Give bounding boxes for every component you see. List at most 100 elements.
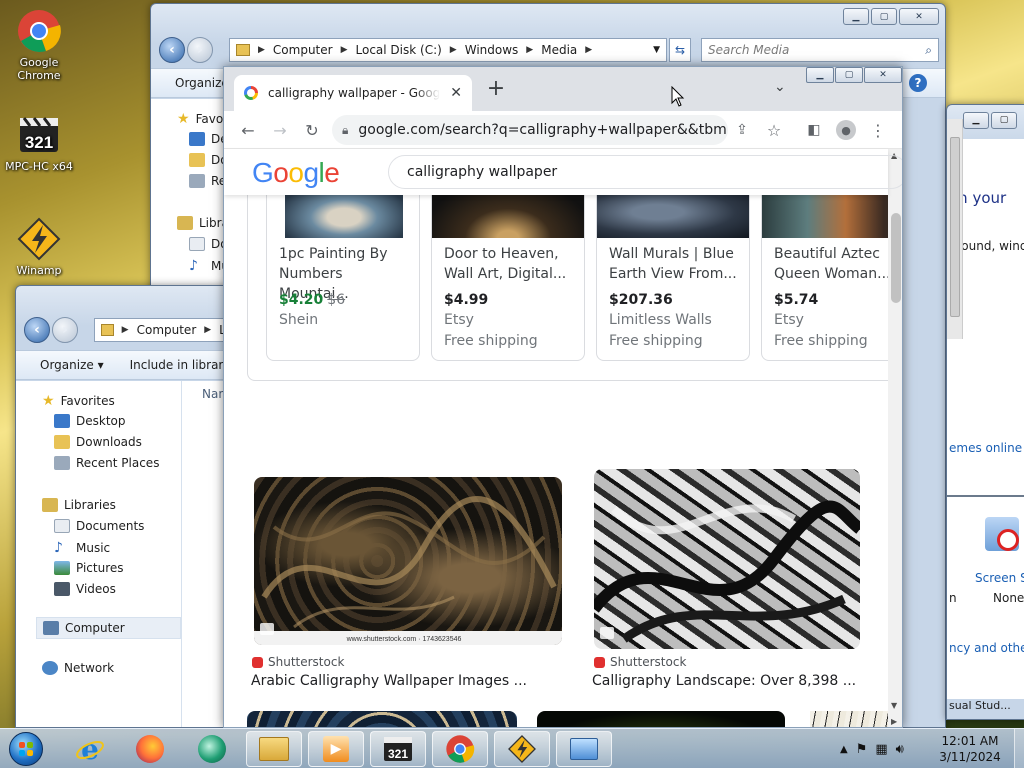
maximize-button[interactable]: ▢	[871, 8, 897, 25]
back-button[interactable]: ‹	[159, 37, 185, 63]
side-panel-icon[interactable]: ◧	[800, 116, 828, 144]
breadcrumb-computer[interactable]: Computer	[137, 323, 197, 337]
result-image[interactable]: www.shutterstock.com · 1743623546	[254, 477, 562, 645]
address-bar[interactable]: ▶ Computer ▶ Local Disk (C:) ▶ Windows ▶…	[229, 38, 667, 62]
close-button[interactable]: ✕	[899, 8, 939, 25]
search-media-input[interactable]: Search Media ⌕	[701, 38, 939, 62]
nav-libraries[interactable]: Libraries	[42, 498, 116, 512]
themes-online-link[interactable]: emes online	[949, 441, 1022, 455]
screen-saver-icon[interactable]	[985, 517, 1019, 551]
reload-icon[interactable]: ↻	[298, 116, 326, 144]
result-image[interactable]	[537, 711, 785, 727]
tab-close-icon[interactable]: ✕	[450, 85, 462, 101]
nav-desktop[interactable]: Desktop	[54, 414, 126, 428]
desktop-icon-mpc[interactable]: 321 MPC-HC x64	[4, 112, 74, 173]
nav-favorites[interactable]: ★ Favorites	[42, 393, 115, 409]
organize-button[interactable]: Organize	[175, 76, 229, 90]
nav-downloads[interactable]: Do	[189, 153, 228, 167]
breadcrumb-media[interactable]: Media	[541, 43, 577, 57]
product-image[interactable]	[762, 195, 888, 238]
product-image[interactable]	[432, 195, 584, 238]
ease-of-access-link[interactable]: ncy and other	[949, 641, 1024, 655]
nav-network[interactable]: Network	[42, 661, 114, 675]
product-image[interactable]	[285, 195, 403, 238]
nav-music[interactable]: ♪ Music	[54, 540, 110, 556]
minimize-button[interactable]: ▁	[843, 8, 869, 25]
image-result[interactable]: Shutterstock Calligraphy Landscape: Over…	[590, 467, 864, 697]
breadcrumb-computer[interactable]: Computer	[273, 43, 333, 57]
nav-recent-places[interactable]: Recent Places	[54, 456, 159, 470]
image-caption[interactable]: Calligraphy Landscape: Over 8,398 ...	[592, 673, 856, 689]
back-arrow-icon[interactable]: ←	[234, 116, 262, 144]
flag-icon[interactable]: ⚑	[856, 742, 868, 757]
product-title[interactable]: Door to Heaven, Wall Art, Digital...	[444, 244, 578, 284]
scroll-right-icon[interactable]: ▶	[891, 717, 897, 726]
image-source[interactable]: Shutterstock	[252, 655, 344, 669]
taskbar-control-panel[interactable]	[556, 731, 612, 767]
scrollbar[interactable]	[947, 119, 963, 339]
tab-search-icon[interactable]: ⌄	[774, 79, 786, 95]
organize-button[interactable]: Organize ▾	[40, 358, 104, 372]
result-image[interactable]	[247, 711, 517, 727]
shopping-card[interactable]: Door to Heaven, Wall Art, Digital... $4.…	[431, 195, 585, 361]
shopping-card[interactable]: Beautiful Aztec Queen Woman... $5.74 Ets…	[761, 195, 888, 361]
product-title[interactable]: Beautiful Aztec Queen Woman...	[774, 244, 888, 284]
address-bar[interactable]: ▶ Computer ▶ Lo	[94, 318, 229, 342]
desktop-icon-winamp[interactable]: Winamp	[4, 216, 74, 277]
taskbar-app-green[interactable]	[184, 731, 240, 767]
desktop-icon-chrome[interactable]: Google Chrome	[4, 8, 74, 82]
show-hidden-icons-icon[interactable]: ▲	[840, 744, 848, 755]
nav-desktop[interactable]: De	[189, 132, 228, 146]
clock[interactable]: 12:01 AM 3/11/2024	[930, 733, 1010, 765]
product-image[interactable]	[597, 195, 749, 238]
help-icon[interactable]: ?	[909, 74, 927, 92]
result-image[interactable]	[594, 469, 860, 649]
google-search-input[interactable]: calligraphy wallpaper	[388, 155, 902, 189]
address-dropdown-icon[interactable]: ▼	[653, 45, 660, 55]
nav-computer[interactable]: Computer	[36, 617, 181, 639]
minimize-button[interactable]: ▁	[806, 67, 834, 83]
taskbar-windows-explorer[interactable]	[246, 731, 302, 767]
new-tab-button[interactable]: +	[484, 77, 508, 101]
shopping-card[interactable]: 1pc Painting By Numbers Mountai... $4.20…	[266, 195, 420, 361]
chrome-window[interactable]: calligraphy wallpaper - Google Search ✕ …	[223, 66, 903, 728]
google-logo[interactable]: Google	[252, 157, 340, 189]
share-icon[interactable]: ⇪	[728, 116, 756, 144]
image-result[interactable]: www.shutterstock.com · 1743623546 Shutte…	[248, 467, 568, 697]
nav-pictures[interactable]: Pictures	[54, 561, 124, 575]
volume-icon[interactable]: 🔊︎	[896, 742, 904, 757]
personalization-window[interactable]: ▁ ▢ on your ground, windo emes online Sc…	[946, 104, 1024, 720]
explorer-window-local[interactable]: ‹ › ▶ Computer ▶ Lo Organize ▾ Include i…	[15, 285, 230, 728]
bookmark-star-icon[interactable]: ☆	[760, 116, 788, 144]
menu-kebab-icon[interactable]: ⋮	[864, 116, 892, 144]
start-button[interactable]	[4, 729, 48, 768]
breadcrumb-local-disk[interactable]: Local Disk (C:)	[356, 43, 442, 57]
nav-favorites[interactable]: ★ Favo	[177, 111, 223, 127]
maximize-button[interactable]: ▢	[991, 112, 1017, 129]
network-tray-icon[interactable]: ▦	[875, 742, 887, 757]
taskbar-chrome[interactable]	[432, 731, 488, 767]
omnibox[interactable]: 🔒︎ google.com/search?q=calligraphy+wallp…	[332, 115, 728, 145]
profile-avatar-icon[interactable]: ●	[832, 116, 860, 144]
maximize-button[interactable]: ▢	[835, 67, 863, 83]
scrollbar-thumb[interactable]	[950, 137, 960, 317]
taskbar-winamp[interactable]	[494, 731, 550, 767]
nav-libraries[interactable]: Libra	[177, 216, 229, 230]
shopping-card[interactable]: Wall Murals | Blue Earth View From... $2…	[596, 195, 750, 361]
page-scrollbar[interactable]: ▲ ▼ ▶	[888, 149, 902, 727]
taskbar-firefox[interactable]	[122, 731, 178, 767]
product-title[interactable]: Wall Murals | Blue Earth View From...	[609, 244, 743, 284]
minimize-button[interactable]: ▁	[963, 112, 989, 129]
nav-documents[interactable]: Do	[189, 237, 228, 251]
nav-recent[interactable]: Re	[189, 174, 226, 188]
forward-arrow-icon[interactable]: →	[266, 116, 294, 144]
show-desktop-button[interactable]	[1014, 729, 1024, 768]
tab-google-search[interactable]: calligraphy wallpaper - Google Search ✕	[234, 75, 472, 111]
taskbar-media-player[interactable]: ▶	[308, 731, 364, 767]
nav-videos[interactable]: Videos	[54, 582, 116, 596]
nav-downloads[interactable]: Downloads	[54, 435, 142, 449]
include-in-library-button[interactable]: Include in library	[130, 358, 229, 372]
nav-documents[interactable]: Documents	[54, 519, 144, 533]
forward-button[interactable]: ›	[52, 317, 78, 343]
scrollbar-thumb[interactable]	[891, 213, 901, 303]
